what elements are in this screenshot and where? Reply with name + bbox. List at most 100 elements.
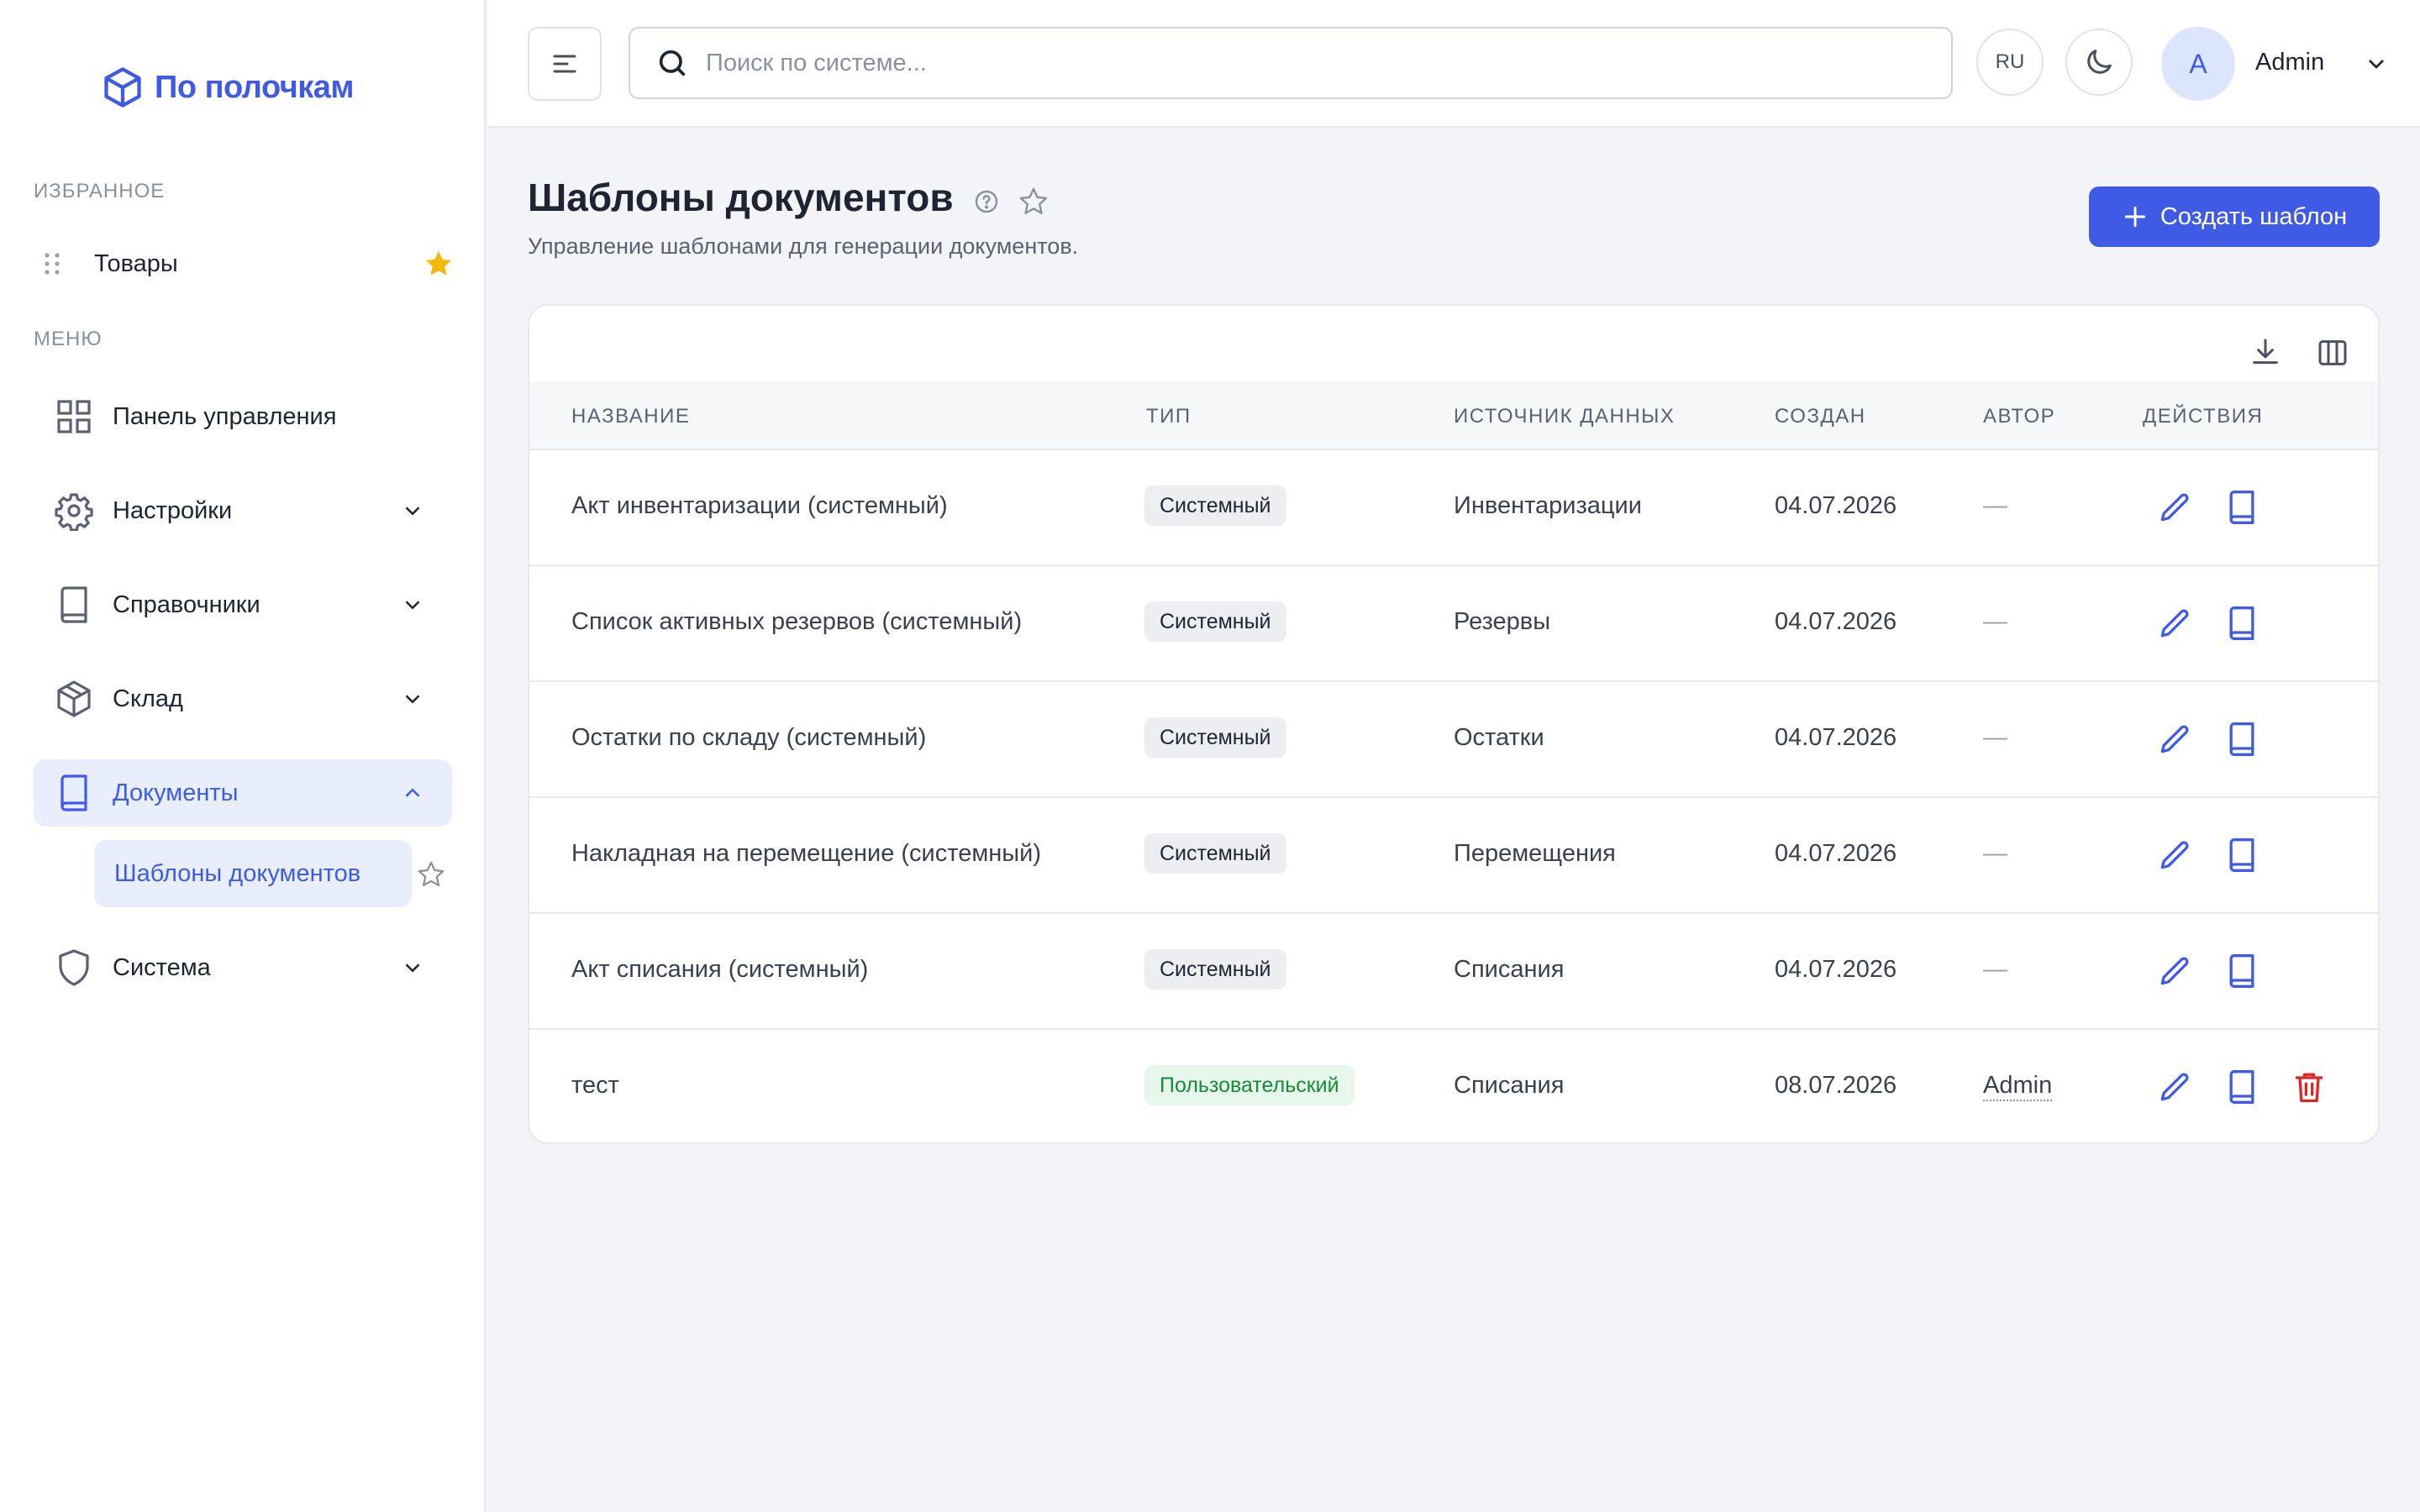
sidebar-item-label: Склад bbox=[113, 685, 183, 712]
favorite-item-label: Товары bbox=[94, 249, 178, 277]
table-row[interactable]: Остатки по складу (системный) Системный … bbox=[529, 682, 2378, 798]
download-icon[interactable] bbox=[2249, 336, 2282, 370]
search-icon bbox=[659, 50, 686, 76]
sidebar-item-label: Система bbox=[113, 953, 211, 981]
type-badge: Системный bbox=[1144, 949, 1286, 990]
sidebar-item-system[interactable]: Система bbox=[34, 934, 452, 1001]
template-name: Список активных резервов (системный) bbox=[571, 608, 1023, 635]
sidebar-item-label: Справочники bbox=[113, 591, 260, 618]
sidebar-item-documents[interactable]: Документы bbox=[34, 759, 452, 827]
created-date: 04.07.2026 bbox=[1775, 956, 1897, 983]
trash-icon[interactable] bbox=[2291, 1068, 2328, 1105]
edit-icon[interactable] bbox=[2156, 837, 2193, 874]
type-badge: Пользовательский bbox=[1144, 1065, 1355, 1105]
book-icon bbox=[60, 586, 87, 623]
table-row[interactable]: Акт инвентаризации (системный) Системный… bbox=[529, 450, 2378, 566]
help-icon[interactable] bbox=[973, 188, 1000, 215]
edit-icon[interactable] bbox=[2156, 1068, 2193, 1105]
book-icon[interactable] bbox=[2223, 605, 2260, 642]
book-icon[interactable] bbox=[2223, 721, 2260, 758]
column-header-name[interactable]: НАЗВАНИЕ bbox=[571, 405, 690, 428]
edit-icon[interactable] bbox=[2156, 721, 2193, 758]
table-row[interactable]: Акт списания (системный) Системный Списа… bbox=[529, 914, 2378, 1030]
book-icon[interactable] bbox=[2223, 489, 2260, 526]
edit-icon[interactable] bbox=[2156, 953, 2193, 990]
type-badge: Системный bbox=[1144, 833, 1286, 874]
book-icon[interactable] bbox=[2223, 837, 2260, 874]
chevron-down-icon bbox=[405, 695, 420, 704]
column-header-created[interactable]: СОЗДАН bbox=[1775, 405, 1866, 428]
chevron-down-icon[interactable] bbox=[2363, 50, 2390, 77]
page-title: Шаблоны документов bbox=[528, 176, 954, 219]
menu-heading: МЕНЮ bbox=[34, 328, 103, 350]
sidebar-item-dashboard[interactable]: Панель управления bbox=[34, 383, 452, 450]
column-header-author[interactable]: АВТОР bbox=[1983, 405, 2055, 428]
data-source: Остатки bbox=[1454, 724, 1544, 751]
sidebar-item-references[interactable]: Справочники bbox=[34, 571, 452, 638]
edit-icon[interactable] bbox=[2156, 605, 2193, 642]
author: — bbox=[1983, 608, 2007, 635]
drag-handle-icon[interactable] bbox=[42, 250, 62, 277]
sidebar-subitem-document-templates[interactable]: Шаблоны документов bbox=[94, 840, 412, 907]
avatar[interactable]: A bbox=[2161, 27, 2235, 101]
sidebar-item-settings[interactable]: Настройки bbox=[34, 477, 452, 544]
table-row[interactable]: Список активных резервов (системный) Сис… bbox=[529, 566, 2378, 682]
sidebar-item-warehouse[interactable]: Склад bbox=[34, 665, 452, 732]
created-date: 04.07.2026 bbox=[1775, 608, 1897, 635]
table-header: НАЗВАНИЕ ТИП ИСТОЧНИК ДАННЫХ СОЗДАН АВТО… bbox=[529, 381, 2378, 450]
gear-icon bbox=[55, 493, 93, 531]
search-bar[interactable] bbox=[629, 27, 1953, 99]
columns-icon[interactable] bbox=[2316, 336, 2349, 370]
book-icon bbox=[60, 774, 87, 811]
language-button[interactable]: RU bbox=[1976, 29, 2044, 96]
column-header-source[interactable]: ИСТОЧНИК ДАННЫХ bbox=[1454, 405, 1675, 428]
menu-lines-icon bbox=[553, 55, 576, 73]
star-filled-icon[interactable] bbox=[424, 249, 454, 279]
book-icon[interactable] bbox=[2223, 953, 2260, 990]
data-source: Инвентаризации bbox=[1454, 492, 1642, 519]
user-name[interactable]: Admin bbox=[2255, 49, 2324, 76]
created-date: 04.07.2026 bbox=[1775, 492, 1897, 519]
sidebar-subitem-label: Шаблоны документов bbox=[114, 859, 361, 887]
theme-toggle-button[interactable] bbox=[2065, 29, 2133, 96]
data-source: Списания bbox=[1454, 956, 1565, 983]
author: — bbox=[1983, 840, 2007, 867]
template-name: Акт инвентаризации (системный) bbox=[571, 492, 948, 519]
type-badge: Системный bbox=[1144, 717, 1286, 758]
favorite-item-products[interactable]: Товары bbox=[34, 240, 454, 287]
star-outline-icon[interactable] bbox=[417, 860, 445, 889]
template-name: тест bbox=[571, 1072, 619, 1099]
created-date: 08.07.2026 bbox=[1775, 1072, 1897, 1099]
create-template-button[interactable]: Создать шаблон bbox=[2089, 186, 2380, 247]
star-outline-icon[interactable] bbox=[1018, 186, 1049, 217]
table-row[interactable]: тест Пользовательский Списания 08.07.202… bbox=[529, 1030, 2378, 1142]
book-icon[interactable] bbox=[2223, 1068, 2260, 1105]
moon-icon bbox=[2087, 50, 2112, 74]
table-toolbar bbox=[2249, 336, 2349, 370]
sidebar: По полочкам ИЗБРАННОЕ Товары МЕНЮ Панель… bbox=[0, 0, 486, 1512]
data-source: Резервы bbox=[1454, 608, 1551, 635]
author: — bbox=[1983, 956, 2007, 983]
type-badge: Системный bbox=[1144, 601, 1286, 642]
language-code: RU bbox=[1995, 50, 2025, 73]
data-source: Списания bbox=[1454, 1072, 1565, 1099]
chevron-down-icon bbox=[405, 507, 420, 516]
topbar: RU A Admin bbox=[487, 0, 2420, 128]
column-header-actions: ДЕЙСТВИЯ bbox=[2143, 405, 2264, 428]
sidebar-item-label: Документы bbox=[113, 779, 239, 806]
cube-icon bbox=[104, 67, 141, 108]
sidebar-item-label: Панель управления bbox=[113, 402, 337, 430]
sidebar-item-label: Настройки bbox=[113, 496, 233, 524]
favorites-heading: ИЗБРАННОЕ bbox=[34, 180, 166, 202]
created-date: 04.07.2026 bbox=[1775, 724, 1897, 751]
brand-logo[interactable]: По полочкам bbox=[101, 66, 355, 109]
table-row[interactable]: Накладная на перемещение (системный) Сис… bbox=[529, 798, 2378, 914]
search-input[interactable] bbox=[706, 49, 1882, 77]
column-header-type[interactable]: ТИП bbox=[1146, 405, 1192, 428]
plus-icon bbox=[2124, 206, 2145, 228]
templates-table-card: НАЗВАНИЕ ТИП ИСТОЧНИК ДАННЫХ СОЗДАН АВТО… bbox=[528, 304, 2380, 1144]
create-template-label: Создать шаблон bbox=[2160, 202, 2348, 230]
author-link[interactable]: Admin bbox=[1983, 1072, 2053, 1101]
edit-icon[interactable] bbox=[2156, 489, 2193, 526]
menu-toggle-button[interactable] bbox=[528, 27, 602, 101]
